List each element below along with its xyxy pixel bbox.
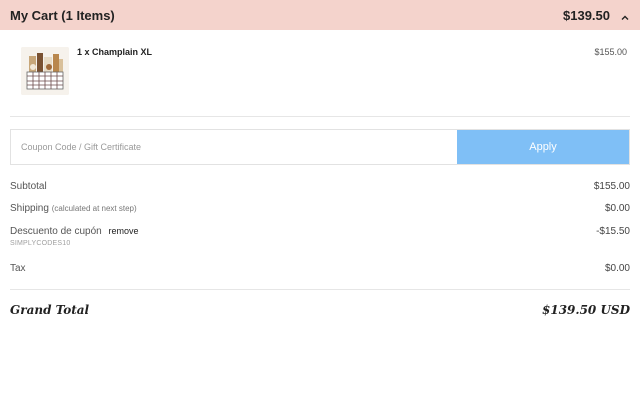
cart-header-total: $139.50 [563, 7, 610, 23]
chevron-up-icon[interactable] [620, 10, 630, 20]
discount-label-group: Descuento de cupón remove [10, 226, 139, 237]
discount-value: -$15.50 [596, 226, 630, 237]
divider [10, 116, 630, 117]
subtotal-label: Subtotal [10, 181, 47, 192]
remove-coupon-link[interactable]: remove [109, 226, 139, 236]
apply-button[interactable]: Apply [457, 130, 629, 164]
coupon-code: SIMPLYCODES10 [10, 240, 71, 247]
subtotal-value: $155.00 [593, 181, 630, 192]
grand-total-label: Grand Total [10, 303, 90, 317]
tax-label: Tax [10, 263, 26, 274]
coupon-form: Apply [10, 129, 630, 165]
shipping-label-group: Shipping (calculated at next step) [10, 203, 137, 214]
coupon-input[interactable] [11, 130, 457, 164]
shipping-note: (calculated at next step) [51, 204, 137, 213]
grand-total-value: $139.50 USD [542, 303, 630, 317]
shipping-value: $0.00 [604, 203, 630, 214]
tax-value: $0.00 [604, 263, 630, 274]
discount-label: Descuento de cupón [10, 226, 102, 237]
cart-title: My Cart (1 Items) [10, 7, 115, 23]
shipping-label: Shipping [10, 203, 49, 214]
discount-row: Descuento de cupón remove SIMPLYCODES10 … [10, 226, 630, 252]
cart-header-right: $139.50 [563, 8, 630, 23]
gift-basket-image [21, 47, 69, 95]
cart-item: 1 x Champlain XL $155.00 [10, 42, 630, 102]
cart-header[interactable]: My Cart (1 Items) $139.50 [0, 0, 640, 30]
item-price: $155.00 [594, 47, 627, 57]
item-name: 1 x Champlain XL [77, 47, 153, 57]
divider [10, 289, 630, 290]
